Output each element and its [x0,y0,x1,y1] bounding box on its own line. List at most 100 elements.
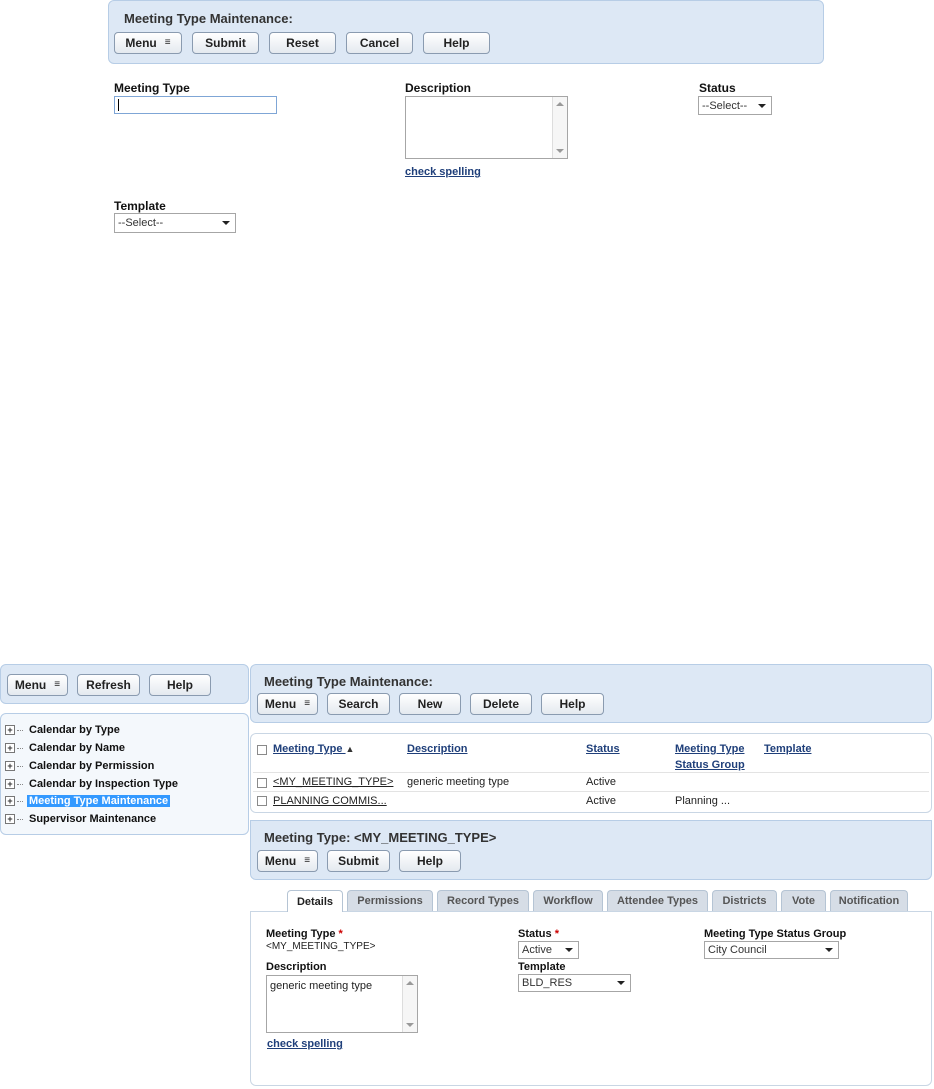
tab-details[interactable]: Details [287,890,343,912]
tab-notification[interactable]: Notification [830,890,908,911]
cell-status: Active [586,776,616,788]
top-toolbar-panel: Meeting Type Maintenance: Menu ≡ Submit R… [108,0,824,64]
tree-item-calendar-by-inspection-type[interactable]: + Calendar by Inspection Type [5,776,180,792]
description-scrollbar[interactable] [552,97,567,158]
menu-button-label: Menu [14,678,47,692]
check-spelling-link[interactable]: check spelling [267,1038,343,1050]
expand-icon[interactable]: + [5,814,15,824]
help-button[interactable]: Help [399,850,461,872]
tree-item-label: Calendar by Type [29,724,120,736]
menu-button-label: Menu [125,36,157,50]
header-label: Meeting Type [273,743,343,755]
menu-dropdown-icon: ≡ [304,698,311,709]
detail-template-select[interactable]: BLD_RES [518,974,631,992]
new-button[interactable]: New [399,693,461,715]
expand-icon[interactable]: + [5,796,15,806]
menu-button[interactable]: Menu ≡ [257,693,318,715]
chevron-down-icon [222,221,230,225]
menu-dropdown-icon: ≡ [164,37,171,48]
header-status[interactable]: Status [586,743,620,755]
reset-button[interactable]: Reset [269,32,336,54]
tree-item-supervisor-maintenance[interactable]: + Supervisor Maintenance [5,811,158,827]
submit-button[interactable]: Submit [327,850,390,872]
detail-status-group-label: Meeting Type Status Group [704,928,847,940]
row-checkbox[interactable] [257,778,267,788]
details-tab-content: Meeting Type * <MY_MEETING_TYPE> Descrip… [250,911,932,1086]
detail-status-select[interactable]: Active [518,941,579,959]
header-status-group-line1[interactable]: Meeting Type [675,743,744,755]
chevron-down-icon [617,981,625,985]
help-button[interactable]: Help [149,674,211,696]
tab-vote[interactable]: Vote [781,890,826,911]
tab-attendee-types[interactable]: Attendee Types [607,890,708,911]
detail-toolbar-panel: Meeting Type: <MY_MEETING_TYPE> Menu ≡ Su… [250,820,932,880]
detail-meeting-type-label: Meeting Type * [266,928,343,940]
detail-status-group-select[interactable]: City Council [704,941,839,959]
template-label: Template [114,199,166,213]
search-button[interactable]: Search [327,693,390,715]
chevron-down-icon [565,948,573,952]
menu-button[interactable]: Menu ≡ [114,32,182,54]
select-all-checkbox[interactable] [257,745,267,755]
template-select[interactable]: --Select-- [114,213,236,233]
tree-item-calendar-by-name[interactable]: + Calendar by Name [5,740,127,756]
sort-asc-icon: ▲ [345,744,355,754]
cell-meeting-type[interactable]: PLANNING COMMIS... [273,795,387,807]
list-toolbar-panel: Meeting Type Maintenance: Menu ≡ Search N… [250,664,932,723]
header-template[interactable]: Template [764,743,811,755]
text-cursor [118,99,119,111]
refresh-button[interactable]: Refresh [77,674,140,696]
cell-status-group: Planning ... [675,795,731,807]
expand-icon[interactable]: + [5,761,15,771]
check-spelling-link[interactable]: check spelling [405,166,481,178]
tree-item-calendar-by-type[interactable]: + Calendar by Type [5,722,122,738]
tree-item-label: Calendar by Name [29,742,125,754]
submit-button[interactable]: Submit [192,32,259,54]
expand-icon[interactable]: + [5,743,15,753]
tab-workflow[interactable]: Workflow [533,890,603,911]
divider [253,772,929,773]
tab-record-types[interactable]: Record Types [437,890,529,911]
tab-permissions[interactable]: Permissions [347,890,433,911]
expand-icon[interactable]: + [5,725,15,735]
detail-description-label: Description [266,961,327,973]
required-marker: * [338,928,343,940]
description-textarea[interactable] [405,96,568,159]
menu-button[interactable]: Menu ≡ [7,674,68,696]
template-select-value: --Select-- [118,217,164,229]
tree-item-meeting-type-maintenance[interactable]: + Meeting Type Maintenance [5,793,171,809]
status-select[interactable]: --Select-- [698,96,772,115]
status-select-value: --Select-- [702,99,748,112]
left-toolbar-panel: Menu ≡ Refresh Help [0,664,249,704]
status-label: Status [699,81,736,95]
detail-description-textarea[interactable]: generic meeting type [266,975,418,1033]
meeting-type-input[interactable] [114,96,277,114]
menu-button[interactable]: Menu ≡ [257,850,318,872]
help-button[interactable]: Help [423,32,490,54]
cell-meeting-type[interactable]: <MY_MEETING_TYPE> [273,776,393,788]
header-meeting-type[interactable]: Meeting Type ▲ [273,743,354,755]
list-title: Meeting Type Maintenance: [264,674,433,689]
cancel-button[interactable]: Cancel [346,32,413,54]
page-title: Meeting Type Maintenance: [124,11,293,26]
header-description[interactable]: Description [407,743,468,755]
description-label: Description [405,81,472,95]
detail-meeting-type-value: <MY_MEETING_TYPE> [266,941,376,952]
tree-item-label: Calendar by Permission [29,760,155,772]
status-group-select-value: City Council [708,944,767,956]
status-select-value: Active [522,944,552,956]
divider [253,791,929,792]
tree-panel: + Calendar by Type + Calendar by Name + Cal… [0,713,249,835]
delete-button[interactable]: Delete [470,693,532,715]
label-text: Meeting Type [266,928,336,940]
required-marker: * [554,928,559,940]
cell-status: Active [586,795,616,807]
tree-item-calendar-by-permission[interactable]: + Calendar by Permission [5,758,156,774]
tab-districts[interactable]: Districts [712,890,777,911]
results-table: Meeting Type ▲ Description Status Meetin… [250,733,932,813]
header-status-group-line2[interactable]: Status Group [675,759,745,771]
expand-icon[interactable]: + [5,779,15,789]
row-checkbox[interactable] [257,796,267,806]
description-scrollbar[interactable] [402,976,417,1032]
help-button[interactable]: Help [541,693,604,715]
